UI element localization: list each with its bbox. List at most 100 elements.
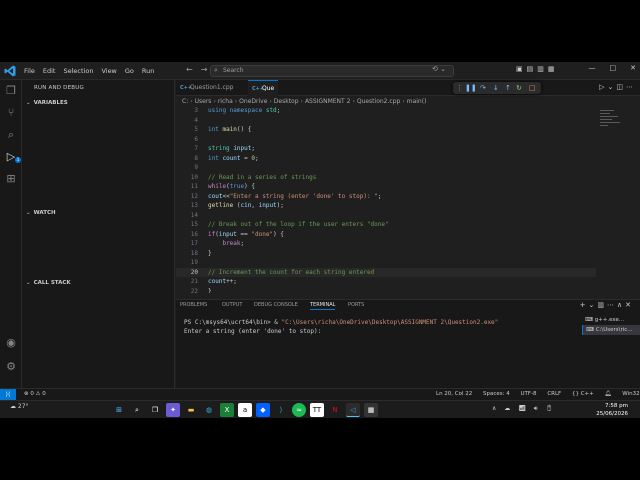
tab-debug-console[interactable]: DEBUG CONSOLE xyxy=(254,302,298,308)
code-line[interactable]: 16 if(input == "done") { xyxy=(176,230,596,240)
breadcrumb-item[interactable]: Users xyxy=(195,98,212,105)
code-editor[interactable]: 3 using namespace std; 4 5 int main() {6 7 str… xyxy=(176,106,596,293)
tab-terminal[interactable]: TERMINAL xyxy=(310,302,336,310)
run-debug-icon[interactable]: ▷ 1 xyxy=(4,150,21,164)
code-line[interactable]: 15 // Break out of the loop if the user e… xyxy=(176,220,596,230)
breadcrumb-item[interactable]: main() xyxy=(407,98,427,105)
encoding[interactable]: UTF-8 xyxy=(521,391,537,397)
minimap[interactable] xyxy=(596,106,636,293)
copilot-app-icon[interactable]: ✦ xyxy=(166,403,180,417)
tab-question1[interactable]: C++ Question1.cpp xyxy=(176,80,246,96)
task-view-icon[interactable]: ❐ xyxy=(148,403,162,417)
tab-output[interactable]: OUTPUT xyxy=(222,302,242,308)
language-mode[interactable]: {} C++ xyxy=(572,391,594,397)
cursor-position[interactable]: Ln 20, Col 22 xyxy=(436,391,472,397)
code-line[interactable]: 14 xyxy=(176,211,596,221)
code-line[interactable]: 12 cout<<"Enter a string (enter 'done' to… xyxy=(176,192,596,202)
system-tray[interactable]: ∧ ☁ 📶︎ 🔊︎ 🔋︎ xyxy=(492,405,556,413)
minimize-icon[interactable]: — xyxy=(589,64,596,72)
line-ending[interactable]: CRLF xyxy=(547,391,561,397)
menu-view[interactable]: View xyxy=(97,62,120,80)
search-activity-icon[interactable]: ⌕ xyxy=(4,128,18,142)
call-stack-section[interactable]: ⌄ CALL STACK xyxy=(26,280,71,286)
breadcrumb-item[interactable]: Question2.cpp xyxy=(357,98,400,105)
step-into-icon[interactable]: ↓ xyxy=(493,82,499,94)
menu-go[interactable]: Go xyxy=(121,62,138,80)
trash-icon[interactable]: ▥ xyxy=(597,301,607,309)
breadcrumb-item[interactable]: richa xyxy=(218,98,233,105)
source-control-icon[interactable]: ⑂ xyxy=(4,106,18,120)
code-line[interactable]: 19 xyxy=(176,258,596,268)
copilot-icon[interactable]: ⟲ ⌄ xyxy=(432,65,446,73)
more-icon[interactable]: ⋯ xyxy=(626,83,636,91)
code-line[interactable]: 9 xyxy=(176,163,596,173)
excel-icon[interactable]: X xyxy=(220,403,234,417)
stop-icon[interactable]: □ xyxy=(529,82,536,94)
code-line[interactable]: 22} xyxy=(176,287,596,294)
amazon-icon[interactable]: a xyxy=(238,403,252,417)
forward-arrow-icon[interactable]: → xyxy=(201,65,208,74)
maximize-panel-icon[interactable]: ∧ xyxy=(617,301,625,309)
tab-ports[interactable]: PORTS xyxy=(348,302,364,308)
breadcrumb-item[interactable]: Desktop xyxy=(274,98,299,105)
code-line[interactable]: 17 break; xyxy=(176,239,596,249)
code-line[interactable]: 21 count++; xyxy=(176,277,596,287)
platform[interactable]: Win32 xyxy=(622,391,639,397)
close-panel-icon[interactable]: ✕ xyxy=(625,301,634,309)
step-out-icon[interactable]: ↑ xyxy=(505,82,511,94)
split-editor-icon[interactable]: ◫ xyxy=(616,83,626,91)
step-over-icon[interactable]: ↷ xyxy=(480,82,486,94)
tab-problems[interactable]: PROBLEMS xyxy=(180,302,207,308)
edge-icon[interactable]: ◍ xyxy=(202,403,216,417)
spotify-icon[interactable]: ≈ xyxy=(292,403,306,417)
account-icon[interactable]: ◉ xyxy=(4,336,18,350)
code-line[interactable]: 8 int count = 0; xyxy=(176,154,596,164)
bell-icon[interactable]: 🔔︎ xyxy=(605,391,612,397)
extensions-icon[interactable]: ⊞ xyxy=(4,172,18,186)
tiktok-icon[interactable]: TT xyxy=(310,403,324,417)
code-line[interactable]: 20 // Increment the count for each string… xyxy=(176,267,596,277)
code-line[interactable]: 7 string input; xyxy=(176,144,596,154)
code-line[interactable]: 5 int main() { xyxy=(176,125,596,135)
app-icon[interactable]: ▦ xyxy=(364,403,378,417)
start-icon[interactable]: ⊞ xyxy=(112,403,126,417)
maximize-icon[interactable]: □ xyxy=(610,64,617,72)
code-line[interactable]: 3 using namespace std; xyxy=(176,106,596,116)
layout-controls[interactable]: ▣▤▥▦ xyxy=(516,65,558,73)
menu-file[interactable]: File xyxy=(20,62,39,80)
indentation[interactable]: Spaces: 4 xyxy=(483,391,510,397)
terminal-output[interactable]: PS C:\msys64\ucrt64\bin> & "C:\Users\ric… xyxy=(184,318,498,336)
menu-selection[interactable]: Selection xyxy=(59,62,97,80)
menu-run[interactable]: Run xyxy=(138,62,158,80)
explorer-icon[interactable]: ❐ xyxy=(4,84,18,98)
code-line[interactable]: 4 xyxy=(176,116,596,126)
restart-icon[interactable]: ↻ xyxy=(516,82,522,94)
back-arrow-icon[interactable]: ← xyxy=(186,65,193,74)
close-icon[interactable]: ✕ xyxy=(630,64,636,72)
variables-section[interactable]: ⌄ VARIABLES xyxy=(26,100,68,106)
pause-icon[interactable]: ❚❚ xyxy=(465,82,477,94)
code-line[interactable]: 18} xyxy=(176,249,596,259)
drag-handle-icon[interactable]: ⋮ xyxy=(456,82,463,94)
new-terminal-icon[interactable]: +⌄ xyxy=(580,301,598,309)
dropbox-icon[interactable]: ◆ xyxy=(256,403,270,417)
clock[interactable]: 7:58 pm 25/06/2026 xyxy=(596,402,628,418)
settings-gear-icon[interactable]: ⚙ xyxy=(4,360,18,374)
code-line[interactable]: 6 xyxy=(176,135,596,145)
problems-count[interactable]: ⊗ 0 ⚠ 0 xyxy=(24,391,46,397)
terminal-instance-run[interactable]: ⌨ C:\Users\ric... xyxy=(582,325,640,335)
breadcrumb-item[interactable]: OneDrive xyxy=(239,98,267,105)
tab-question2[interactable]: C++ Que xyxy=(248,80,278,96)
more-icon[interactable]: ⋯ xyxy=(607,301,617,309)
code-line[interactable]: 13 getline (cin, input); xyxy=(176,201,596,211)
code-line[interactable]: 10 // Read in a series of strings xyxy=(176,173,596,183)
vscode-insiders-icon[interactable]: ⟩ xyxy=(274,403,288,417)
menu-edit[interactable]: Edit xyxy=(39,62,60,80)
run-file-icon[interactable]: ▷⌄ xyxy=(599,83,616,91)
vscode-taskbar-icon[interactable]: ◁ xyxy=(346,403,360,417)
breadcrumb-item[interactable]: C: xyxy=(182,98,188,105)
search-box[interactable]: ⌕ Search xyxy=(210,65,454,77)
search-taskbar-icon[interactable]: ⌕ xyxy=(130,403,144,417)
netflix-icon[interactable]: N xyxy=(328,403,342,417)
code-line[interactable]: 11 while(true) { xyxy=(176,182,596,192)
